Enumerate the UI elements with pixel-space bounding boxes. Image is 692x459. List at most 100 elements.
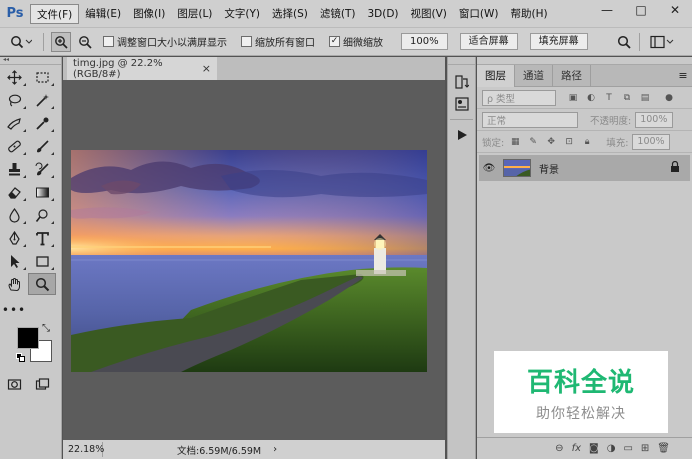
eyedropper-tool[interactable] [28,112,56,134]
quick-selection-tool[interactable] [28,89,56,111]
tab-paths[interactable]: 路径 [553,65,591,87]
default-colors-icon[interactable] [16,353,25,362]
move-tool[interactable] [0,66,28,88]
tab-channels[interactable]: 通道 [515,65,553,87]
hand-tool[interactable] [0,273,28,295]
filter-smart-object-icon[interactable]: ▤ [638,91,652,105]
lasso-tool[interactable] [0,89,28,111]
crop-tool[interactable] [0,112,28,134]
panel-grip[interactable]: ◂◂ [0,57,61,65]
screen-mode-button[interactable] [28,373,56,395]
layer-row[interactable]: 👁︎ 背景 [479,155,690,181]
scrubby-zoom-checkbox[interactable]: ✓ [329,36,340,47]
rectangle-tool[interactable] [28,250,56,272]
status-menu-arrow[interactable]: › [273,444,277,455]
layer-filter-dropdown[interactable]: ρ 类型 [482,89,556,106]
lock-pixels-icon[interactable]: ✎ [526,135,540,149]
menu-file[interactable]: 文件(F) [30,3,80,24]
filter-type-icon[interactable]: T [602,91,616,105]
search-button[interactable] [616,32,632,52]
panel-grip[interactable] [448,57,475,65]
opacity-field[interactable]: 100% [635,111,674,128]
maximize-button[interactable]: □ [624,0,658,20]
history-brush-tool[interactable] [28,158,56,180]
menu-layer[interactable]: 图层(L) [171,4,218,24]
eraser-tool[interactable] [0,181,28,203]
fill-field[interactable]: 100% [632,133,671,150]
properties-panel-button[interactable] [448,93,476,115]
filter-toggle-icon[interactable]: ● [662,91,676,105]
dodge-tool[interactable] [28,204,56,226]
menu-select[interactable]: 选择(S) [266,4,314,24]
zoom-tool[interactable] [28,273,56,295]
healing-brush-tool[interactable] [0,135,28,157]
layer-lock-icon[interactable] [670,160,680,175]
lock-transparent-icon[interactable]: ▦ [508,135,522,149]
filter-adjustment-icon[interactable]: ◐ [584,91,598,105]
type-tool[interactable] [28,227,56,249]
workspace-switcher[interactable] [647,32,677,52]
menu-edit[interactable]: 编辑(E) [79,4,127,24]
mask-icon[interactable]: ◙ [589,443,599,454]
swap-colors-icon[interactable]: ⤡ [42,323,50,334]
layer-name[interactable]: 背景 [539,161,559,176]
gradient-tool[interactable] [28,181,56,203]
new-layer-icon[interactable]: ⊞ [641,443,649,454]
quick-mask-button[interactable] [0,373,28,395]
marquee-tool[interactable] [28,66,56,88]
edit-toolbar-button[interactable]: ••• [0,299,28,321]
foreground-color-swatch[interactable] [17,327,39,349]
menu-type[interactable]: 文字(Y) [218,4,266,24]
blend-mode-dropdown[interactable]: 正常 [482,111,578,128]
lock-row: 锁定: ▦ ✎ ✥ ⊡ 🔒︎ 填充: 100% [477,131,692,153]
trash-icon[interactable]: 🗑︎ [657,443,670,454]
zoom-all-label: 缩放所有窗口 [255,38,315,49]
clone-stamp-tool[interactable] [0,158,28,180]
pen-tool[interactable] [0,227,28,249]
panel-grip[interactable] [477,57,692,65]
zoom-all-checkbox[interactable] [241,36,252,47]
resize-windows-option[interactable]: 调整窗口大小以满屏显示 [103,34,227,49]
fx-icon[interactable]: fx [572,443,581,454]
document-tab[interactable]: timg.jpg @ 22.2%(RGB/8#) × [67,57,217,80]
fill-screen-button[interactable]: 填充屏幕 [529,33,588,50]
zoom-level-field[interactable]: 22.18% [65,442,104,457]
tab-layers[interactable]: 图层 [477,65,515,87]
lock-artboard-icon[interactable]: ⊡ [562,135,576,149]
zoom-out-button[interactable] [75,32,95,52]
zoom-100-button[interactable]: 100% [401,33,448,50]
scrubby-zoom-option[interactable]: ✓ 细微缩放 [329,34,383,49]
resize-windows-checkbox[interactable] [103,36,114,47]
path-selection-tool[interactable] [0,250,28,272]
filter-shape-icon[interactable]: ⧉ [620,91,634,105]
link-icon[interactable]: ⊖ [555,443,563,454]
brush-tool[interactable] [28,135,56,157]
tool-preset-picker[interactable] [6,32,36,52]
close-button[interactable]: ✕ [658,0,692,20]
menu-image[interactable]: 图像(I) [127,4,171,24]
visibility-eye-icon[interactable]: 👁︎ [479,163,499,174]
close-document-icon[interactable]: × [202,62,211,75]
menu-filter[interactable]: 滤镜(T) [314,4,362,24]
menu-view[interactable]: 视图(V) [405,4,453,24]
panel-menu-icon[interactable]: ≡ [674,65,692,86]
folder-icon[interactable]: ▭ [623,443,632,454]
menu-3d[interactable]: 3D(D) [361,4,404,24]
lock-position-icon[interactable]: ✥ [544,135,558,149]
minimize-button[interactable]: — [590,0,624,20]
zoom-all-option[interactable]: 缩放所有窗口 [241,34,315,49]
blur-tool[interactable] [0,204,28,226]
filter-pixel-icon[interactable]: ▣ [566,91,580,105]
color-swatches: ⤡ [0,323,61,369]
history-panel-button[interactable] [448,71,476,93]
fit-screen-button[interactable]: 适合屏幕 [459,33,518,50]
document-image [71,150,427,372]
menu-help[interactable]: 帮助(H) [505,4,554,24]
canvas-area[interactable] [63,80,445,440]
lock-all-icon[interactable]: 🔒︎ [580,135,594,149]
actions-panel-button[interactable] [448,124,476,146]
zoom-in-button[interactable] [51,31,71,52]
menu-window[interactable]: 窗口(W) [453,4,505,24]
document-info: 文档:6.59M/6.59M [177,445,262,457]
adjustment-icon[interactable]: ◑ [607,443,616,454]
